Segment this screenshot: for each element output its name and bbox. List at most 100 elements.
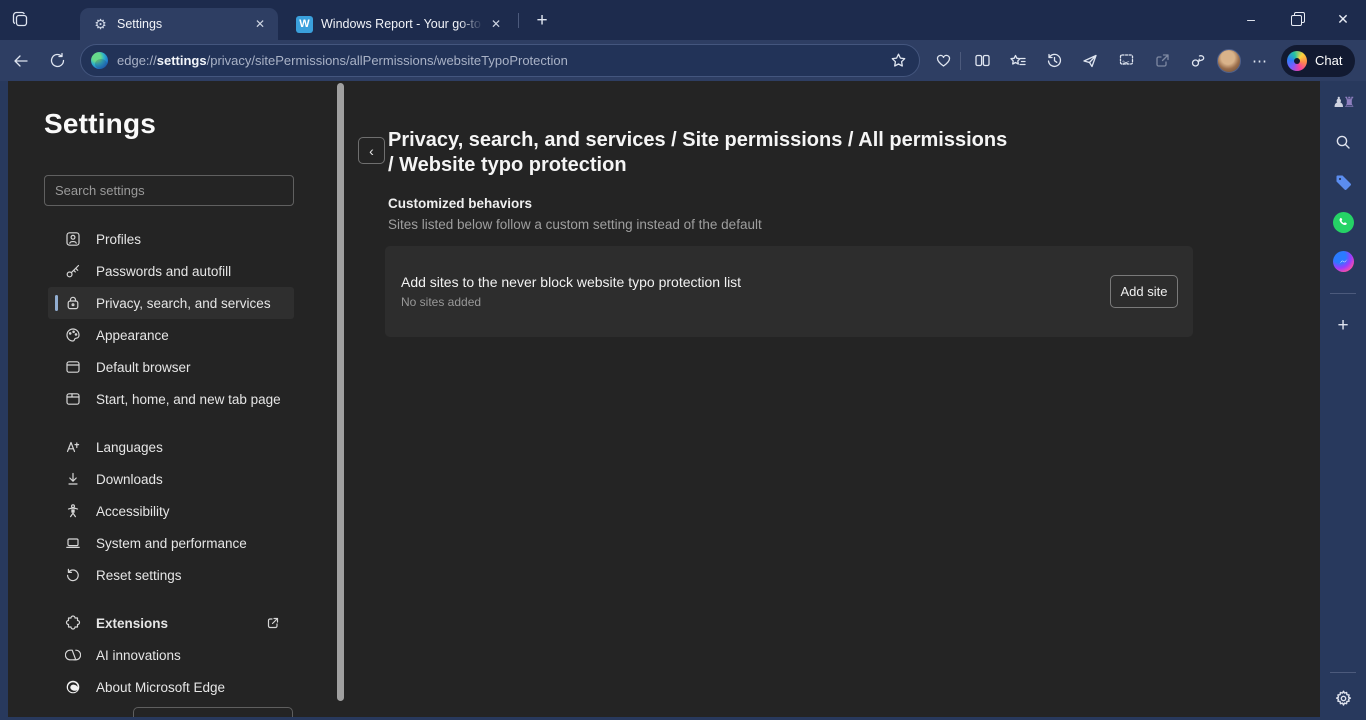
minimize-button[interactable]: – bbox=[1228, 0, 1274, 38]
settings-tab-favicon-gear-icon: ⚙ bbox=[94, 16, 107, 32]
sidebar-item-passwords[interactable]: Passwords and autofill bbox=[48, 255, 294, 287]
split-screen-icon[interactable] bbox=[967, 46, 997, 76]
sidebar-item-ai-innovations[interactable]: AI innovations bbox=[48, 639, 294, 671]
restore-button[interactable] bbox=[1274, 0, 1320, 38]
edge-logo-icon bbox=[65, 679, 81, 695]
breadcrumb[interactable]: Privacy, search, and services / Site per… bbox=[388, 128, 1008, 178]
sidebar-item-label: Languages bbox=[96, 439, 163, 455]
refresh-button[interactable] bbox=[42, 46, 72, 76]
sidebar-item-extensions[interactable]: Extensions bbox=[48, 607, 294, 639]
whatsapp-icon[interactable] bbox=[1320, 206, 1366, 238]
shopping-tag-icon[interactable] bbox=[1320, 166, 1366, 198]
plus-glyph: + bbox=[1337, 315, 1349, 336]
games-chess-icon[interactable]: ♟ ♜ bbox=[1320, 86, 1366, 118]
send-feedback-button[interactable]: Send feedback bbox=[133, 707, 293, 717]
tab-title: Settings bbox=[117, 17, 163, 31]
toolbar-divider bbox=[960, 51, 961, 70]
window-frame-left bbox=[0, 81, 8, 717]
send-icon[interactable] bbox=[1075, 46, 1105, 76]
sidebar-search-icon[interactable] bbox=[1320, 126, 1366, 158]
breadcrumb-back-button[interactable]: ‹ bbox=[358, 137, 385, 164]
sidebar-item-label: About Microsoft Edge bbox=[96, 679, 226, 695]
share-icon[interactable] bbox=[1147, 46, 1177, 76]
tab-settings[interactable]: ⚙ Settings ✕ bbox=[80, 8, 278, 40]
edge-logo-icon bbox=[91, 52, 108, 69]
customize-sidebar-add-icon[interactable]: + bbox=[1320, 310, 1366, 342]
more-menu-icon[interactable]: ⋯ bbox=[1245, 46, 1275, 76]
new-tab-page-icon bbox=[65, 391, 81, 407]
sidebar-item-label: Privacy, search, and services bbox=[96, 295, 271, 311]
reset-icon bbox=[65, 567, 81, 583]
sidebar-item-accessibility[interactable]: Accessibility bbox=[48, 495, 294, 527]
sidebar-item-default-browser[interactable]: Default browser bbox=[48, 351, 294, 383]
tab-strip: ⚙ Settings ✕ W Windows Report - Your go-… bbox=[0, 0, 1366, 40]
url-text[interactable]: edge://settings/privacy/sitePermissions/… bbox=[117, 53, 877, 68]
card-status: No sites added bbox=[401, 295, 482, 309]
sidebar-item-label: Downloads bbox=[96, 471, 163, 487]
sidebar-settings-gear-icon[interactable] bbox=[1320, 682, 1366, 714]
history-icon[interactable] bbox=[1039, 46, 1069, 76]
back-button[interactable] bbox=[6, 46, 36, 76]
rail-divider bbox=[1330, 672, 1356, 673]
copilot-chat-button[interactable]: Chat bbox=[1281, 44, 1355, 77]
sidebar-item-start-home[interactable]: Start, home, and new tab page bbox=[48, 383, 294, 415]
favorites-icon[interactable] bbox=[1003, 46, 1033, 76]
extensions-puzzle-icon bbox=[65, 615, 81, 631]
search-settings-input[interactable] bbox=[44, 175, 294, 206]
chat-label: Chat bbox=[1315, 53, 1343, 68]
sidebar-item-label: Appearance bbox=[96, 327, 169, 343]
tab-title: Windows Report - Your go-to sou bbox=[321, 17, 483, 31]
monitor-icon bbox=[65, 535, 81, 551]
tab-close-icon[interactable]: ✕ bbox=[251, 15, 269, 33]
sidebar-item-appearance[interactable]: Appearance bbox=[48, 319, 294, 351]
new-tab-button[interactable]: + bbox=[528, 8, 556, 34]
sidebar-item-label: Passwords and autofill bbox=[96, 263, 232, 279]
sidebar-item-label: Extensions bbox=[96, 615, 169, 631]
web-capture-icon[interactable]: ✂ bbox=[1111, 46, 1141, 76]
chess-rook-glyph: ♜ bbox=[1343, 93, 1355, 110]
rail-divider bbox=[1330, 293, 1356, 294]
browser-essentials-icon[interactable] bbox=[928, 46, 958, 76]
window-controls: – ✕ bbox=[1228, 0, 1366, 40]
messenger-icon[interactable] bbox=[1320, 245, 1366, 277]
workspaces-icon[interactable] bbox=[8, 7, 34, 33]
section-title: Customized behaviors bbox=[388, 196, 533, 211]
browser-toolbar: edge://settings/privacy/sitePermissions/… bbox=[0, 40, 1366, 81]
external-link-icon bbox=[266, 616, 280, 630]
sidebar-item-label: Accessibility bbox=[96, 503, 170, 519]
sidebar-item-label: Reset settings bbox=[96, 567, 182, 583]
close-button[interactable]: ✕ bbox=[1320, 0, 1366, 38]
tab-close-icon[interactable]: ✕ bbox=[487, 15, 505, 33]
sidebar-item-about-edge[interactable]: About Microsoft Edge bbox=[48, 671, 294, 703]
key-icon bbox=[65, 263, 81, 279]
settings-page: Settings Profiles Passwords and autofill… bbox=[0, 81, 1366, 717]
language-icon bbox=[65, 439, 81, 455]
people-chat-icon[interactable] bbox=[1183, 46, 1213, 76]
sidebar-item-label: Default browser bbox=[96, 359, 191, 375]
sidebar-item-downloads[interactable]: Downloads bbox=[48, 463, 294, 495]
add-site-button[interactable]: Add site bbox=[1110, 275, 1178, 308]
sidebar-scrollbar[interactable] bbox=[337, 83, 344, 701]
settings-sidebar: Settings Profiles Passwords and autofill… bbox=[8, 81, 337, 717]
restore-icon bbox=[1291, 12, 1305, 26]
sidebar-item-profiles[interactable]: Profiles bbox=[48, 223, 294, 255]
settings-page-title: Settings bbox=[44, 108, 157, 139]
edge-browser-window: ⚙ Settings ✕ W Windows Report - Your go-… bbox=[0, 0, 1366, 720]
sidebar-item-label: Start, home, and new tab page bbox=[96, 391, 281, 407]
lock-icon bbox=[65, 295, 81, 311]
address-bar[interactable]: edge://settings/privacy/sitePermissions/… bbox=[80, 44, 920, 77]
sidebar-item-languages[interactable]: Languages bbox=[48, 431, 294, 463]
sidebar-item-system[interactable]: System and performance bbox=[48, 527, 294, 559]
main-panel: ‹ Privacy, search, and services / Site p… bbox=[344, 81, 1320, 717]
tab-windows-report[interactable]: W Windows Report - Your go-to sou ✕ bbox=[284, 8, 514, 40]
browser-window-icon bbox=[65, 359, 81, 375]
card-text: Add sites to the never block website typ… bbox=[401, 274, 1110, 309]
profile-avatar[interactable] bbox=[1217, 48, 1241, 73]
bookmark-star-icon[interactable] bbox=[883, 46, 913, 76]
sidebar-item-privacy[interactable]: Privacy, search, and services bbox=[48, 287, 294, 319]
sidebar-item-reset[interactable]: Reset settings bbox=[48, 559, 294, 591]
copilot-logo-icon bbox=[1287, 50, 1307, 71]
edge-sidebar-rail: ♟ ♜ + bbox=[1320, 81, 1366, 717]
ai-innovations-icon bbox=[65, 647, 81, 663]
scissors-glyph: ✂ bbox=[1122, 58, 1130, 68]
